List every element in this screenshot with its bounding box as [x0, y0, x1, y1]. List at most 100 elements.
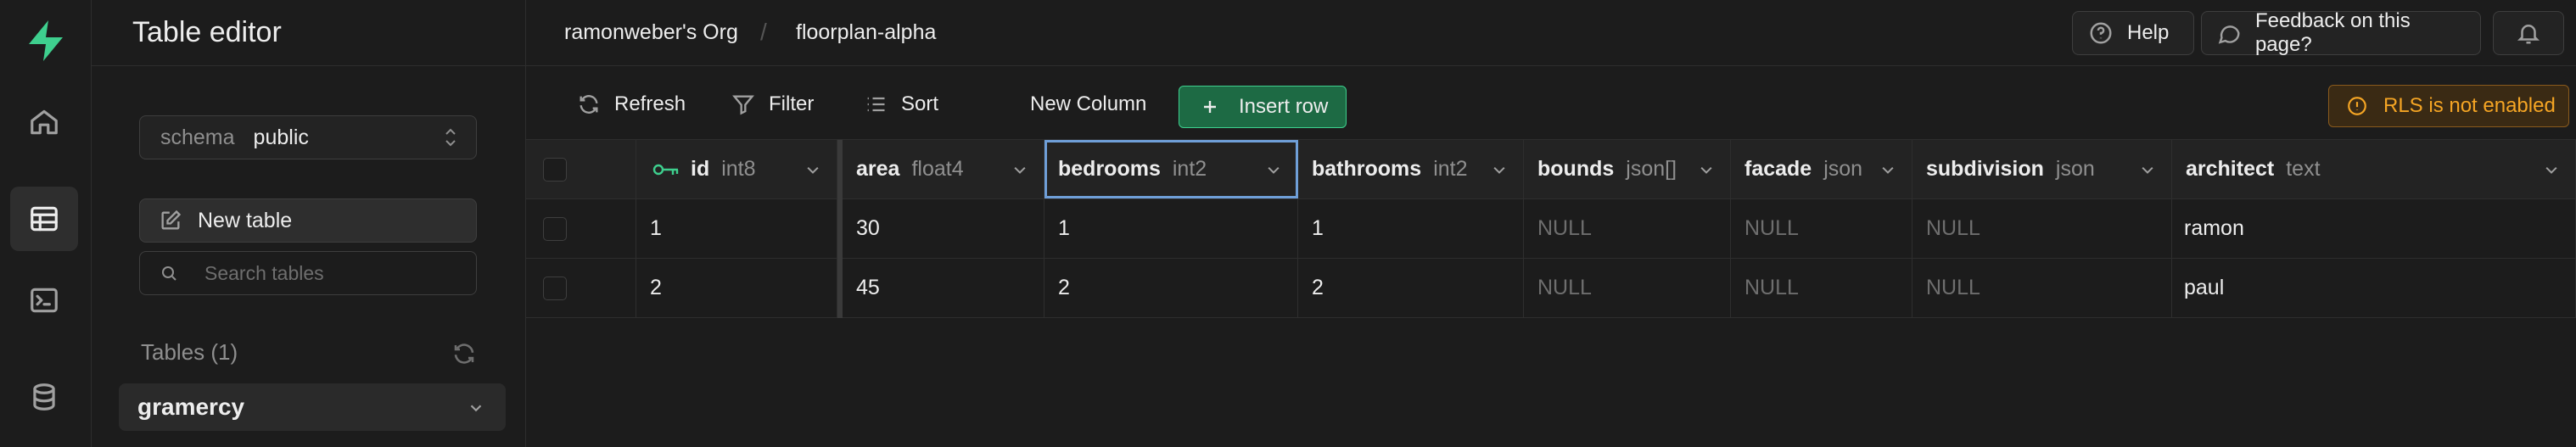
schema-label: schema: [160, 125, 235, 149]
column-header-bathrooms[interactable]: bathrooms int2: [1298, 140, 1524, 198]
table-icon: [31, 206, 58, 232]
row-checkbox[interactable]: [543, 276, 567, 300]
feedback-button[interactable]: Feedback on this page?: [2201, 9, 2481, 56]
column-header-facade[interactable]: facade json: [1731, 140, 1912, 198]
tables-section-header: Tables (1): [141, 339, 238, 365]
column-header-area[interactable]: area float4: [843, 140, 1044, 198]
chevron-down-icon[interactable]: [1011, 162, 1028, 179]
feedback-label: Feedback on this page?: [2254, 9, 2411, 56]
breadcrumb-org[interactable]: ramonweber's Org: [564, 20, 738, 45]
rail-database-button[interactable]: [10, 365, 78, 429]
table-item-name: gramercy: [137, 394, 245, 420]
new-column-button[interactable]: New Column: [1030, 85, 1146, 124]
cell-architect[interactable]: ramon: [2172, 199, 2576, 258]
new-table-button[interactable]: New table: [139, 198, 477, 243]
grid-toolbar: Refresh Filter Sort New Column Insert ro…: [526, 66, 2576, 140]
supabase-logo-icon[interactable]: [22, 17, 70, 64]
column-name: id: [691, 157, 710, 181]
sort-button[interactable]: Sort: [864, 85, 938, 124]
column-type: float4: [911, 157, 964, 181]
insert-row-button[interactable]: Insert row: [1179, 86, 1347, 128]
column-type: int2: [1172, 157, 1207, 181]
bell-icon: [2517, 25, 2540, 44]
refresh-label: Refresh: [614, 92, 686, 115]
select-all-cell: [526, 140, 636, 198]
rail-home-button[interactable]: [10, 90, 78, 154]
rls-warning-badge[interactable]: RLS is not enabled: [2328, 85, 2569, 127]
row-checkbox[interactable]: [543, 216, 567, 241]
column-type: json[]: [1626, 157, 1677, 181]
icon-rail: [0, 0, 92, 447]
table-row[interactable]: 1 30 1 1 NULL NULL NULL ramon: [526, 199, 2576, 259]
search-tables-input[interactable]: [204, 261, 459, 285]
plus-icon: [1204, 101, 1216, 113]
cell-facade[interactable]: NULL: [1731, 199, 1912, 258]
notifications-button[interactable]: [2493, 11, 2564, 55]
terminal-icon: [31, 288, 58, 313]
breadcrumb-separator: /: [760, 19, 767, 45]
sidebar-table-item[interactable]: gramercy: [119, 383, 506, 431]
chevron-down-icon[interactable]: [1879, 162, 1896, 179]
cell-bedrooms[interactable]: 1: [1044, 199, 1298, 258]
home-icon: [31, 109, 58, 135]
column-name: facade: [1744, 157, 1812, 181]
sidebar: Table editor schema public New table Tab…: [92, 0, 526, 447]
table-row[interactable]: 2 45 2 2 NULL NULL NULL paul: [526, 259, 2576, 318]
chevron-down-icon[interactable]: [1265, 162, 1282, 179]
rls-label: RLS is not enabled: [2383, 94, 2556, 117]
row-select-cell: [526, 259, 636, 317]
sort-label: Sort: [901, 92, 939, 115]
cell-bounds[interactable]: NULL: [1524, 259, 1731, 317]
column-name: area: [856, 157, 900, 181]
cell-id[interactable]: 1: [636, 199, 837, 258]
column-header-bounds[interactable]: bounds json[]: [1524, 140, 1731, 198]
filter-button[interactable]: Filter: [731, 85, 814, 124]
column-name: bedrooms: [1058, 157, 1161, 181]
cell-area[interactable]: 45: [843, 259, 1044, 317]
new-column-label: New Column: [1030, 92, 1147, 115]
cell-subdivision[interactable]: NULL: [1912, 199, 2172, 258]
refresh-tables-icon[interactable]: [451, 341, 477, 366]
insert-row-label: Insert row: [1239, 95, 1329, 118]
cell-bedrooms[interactable]: 2: [1044, 259, 1298, 317]
primary-key-icon: [652, 164, 679, 175]
cell-area[interactable]: 30: [843, 199, 1044, 258]
column-header-id[interactable]: id int8: [636, 140, 837, 198]
data-grid: id int8 area float4 bedrooms int2 bathro…: [526, 140, 2576, 447]
column-name: architect: [2186, 157, 2275, 181]
cell-bathrooms[interactable]: 2: [1298, 259, 1524, 317]
top-bar: ramonweber's Org / floorplan-alpha Help …: [526, 0, 2576, 66]
chevron-down-icon[interactable]: [804, 162, 821, 179]
chevron-down-icon[interactable]: [2543, 162, 2560, 179]
chevron-down-icon[interactable]: [1698, 162, 1715, 179]
column-name: bounds: [1537, 157, 1615, 181]
chevron-down-icon[interactable]: [2139, 162, 2156, 179]
column-type: int2: [1433, 157, 1468, 181]
select-all-checkbox[interactable]: [543, 157, 567, 182]
rail-sql-editor-button[interactable]: [10, 268, 78, 332]
column-header-bedrooms[interactable]: bedrooms int2: [1044, 140, 1298, 198]
cell-id[interactable]: 2: [636, 259, 837, 317]
list-icon: [867, 97, 885, 112]
cell-subdivision[interactable]: NULL: [1912, 259, 2172, 317]
column-type: int8: [721, 157, 756, 181]
cell-bathrooms[interactable]: 1: [1298, 199, 1524, 258]
refresh-button[interactable]: Refresh: [577, 85, 686, 124]
chevron-down-icon[interactable]: [467, 399, 485, 417]
refresh-icon: [580, 95, 598, 114]
cell-bounds[interactable]: NULL: [1524, 199, 1731, 258]
column-header-architect[interactable]: architect text: [2172, 140, 2576, 198]
help-circle-icon: [2090, 22, 2112, 44]
chevron-down-icon[interactable]: [1491, 162, 1508, 179]
cell-facade[interactable]: NULL: [1731, 259, 1912, 317]
help-button[interactable]: Help: [2072, 11, 2194, 55]
rail-table-editor-button[interactable]: [10, 187, 78, 251]
chevron-up-down-icon: [445, 128, 456, 147]
breadcrumb-project[interactable]: floorplan-alpha: [796, 20, 936, 45]
column-header-subdivision[interactable]: subdivision json: [1912, 140, 2172, 198]
cell-architect[interactable]: paul: [2172, 259, 2576, 317]
search-tables-field[interactable]: [139, 251, 477, 295]
database-icon: [33, 383, 55, 411]
filter-label: Filter: [769, 92, 815, 115]
schema-select[interactable]: schema public: [139, 115, 477, 159]
